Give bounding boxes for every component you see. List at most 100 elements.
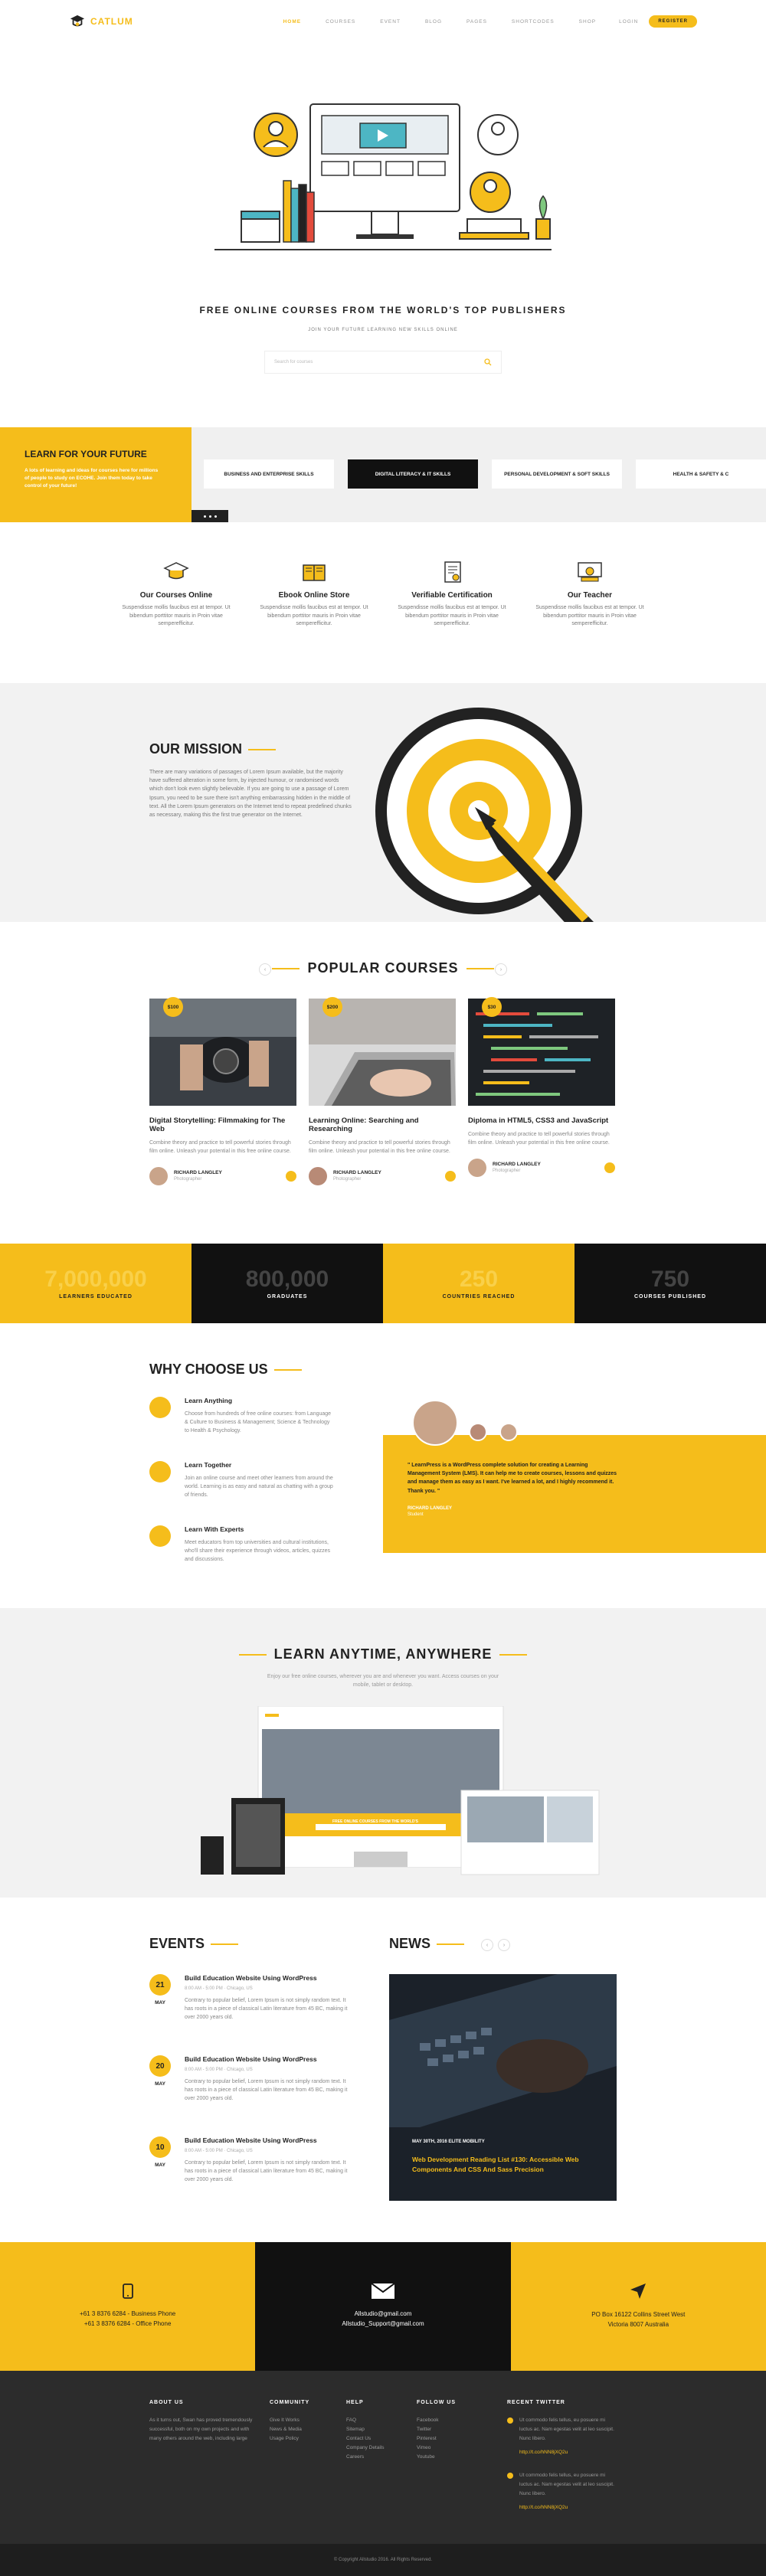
events-news-section: EVENTS 21 MAY Build Education Website Usi…: [0, 1898, 766, 2242]
course-title[interactable]: Digital Storytelling: Filmmaking for The…: [149, 1116, 296, 1133]
graduation-cap-icon: [163, 562, 189, 580]
footer-link[interactable]: FAQ: [346, 2416, 385, 2425]
hero-section: FREE ONLINE COURSES FROM THE WORLD'S TOP…: [0, 43, 766, 380]
nav-courses[interactable]: COURSES: [326, 19, 355, 25]
nav-home[interactable]: HOME: [283, 19, 302, 25]
course-description: Combine theory and practice to tell powe…: [468, 1132, 610, 1146]
testimonial-avatar[interactable]: [469, 1423, 487, 1441]
mission-title: OUR MISSION: [149, 741, 243, 757]
event-item[interactable]: 21 MAY Build Education Website Using Word…: [149, 1974, 349, 2022]
event-month: MAY: [155, 2081, 165, 2087]
carousel-dot[interactable]: [208, 515, 211, 518]
stat-label: LEARNERS EDUCATED: [59, 1293, 133, 1299]
nav-shortcodes[interactable]: SHORTCODES: [512, 19, 555, 25]
course-card[interactable]: $100 Digital Storytelling: Filmmaking fo…: [149, 997, 296, 1185]
carousel-dot[interactable]: [203, 515, 206, 518]
tweet-link[interactable]: http://t.co/hNN8jXQ2u: [519, 2450, 568, 2455]
nav-event[interactable]: EVENT: [380, 19, 401, 25]
hero-title: FREE ONLINE COURSES FROM THE WORLD'S TOP…: [199, 305, 567, 315]
category-tab-personal[interactable]: PERSONAL DEVELOPMENT & SOFT SKILLS: [492, 459, 622, 489]
footer-link[interactable]: Give It Works: [270, 2416, 309, 2425]
course-link-icon[interactable]: [604, 1162, 615, 1173]
course-price: $100: [163, 997, 183, 1017]
heading-underline: [211, 1943, 239, 1945]
stat-value: 750: [650, 1266, 690, 1292]
nav-pages[interactable]: PAGES: [466, 19, 487, 25]
footer-link[interactable]: Facebook: [417, 2416, 456, 2425]
news-card[interactable]: MAY 30TH, 2016 ELITE MOBILITY Web Develo…: [389, 1974, 617, 2201]
footer-help-title: HELP: [346, 2400, 364, 2405]
feature-title: Our Courses Online: [139, 591, 213, 600]
feature-text: Suspendisse mollis faucibus est at tempo…: [122, 605, 231, 626]
anytime-heading: LEARN ANYTIME, ANYWHERE: [0, 1646, 766, 1662]
tweet-link[interactable]: http://t.co/hNN8jXQ2u: [519, 2505, 568, 2510]
envelope-icon: [371, 2283, 394, 2300]
footer-community-title: COMMUNITY: [270, 2400, 310, 2405]
contact-address: PO Box 16122 Collins Street West Victori…: [510, 2242, 766, 2371]
event-item[interactable]: 10 MAY Build Education Website Using Word…: [149, 2136, 349, 2185]
footer-link[interactable]: Pinterest: [417, 2434, 456, 2444]
category-tab-digital[interactable]: DIGITAL LITERACY & IT SKILLS: [348, 459, 478, 489]
course-card[interactable]: $200 Learning Online: Searching and Rese…: [309, 997, 456, 1185]
heading-underline: [273, 1368, 302, 1371]
heading-line: [272, 968, 300, 970]
footer-link[interactable]: Twitter: [417, 2425, 456, 2434]
courses-next-button[interactable]: ›: [495, 963, 507, 976]
footer-link[interactable]: Sitemap: [346, 2425, 385, 2434]
course-card[interactable]: $30 Diploma in HTML5, CSS3 and JavaScrip…: [468, 997, 615, 1177]
category-tab-health[interactable]: HEALTH & SAFETY & C: [636, 459, 766, 489]
contact-line[interactable]: Allstudio_Support@gmail.com: [342, 2319, 424, 2329]
testimonial-avatar[interactable]: [499, 1423, 518, 1441]
feature-text: Suspendisse mollis faucibus est at tempo…: [260, 605, 368, 626]
event-title[interactable]: Build Education Website Using WordPress: [185, 1974, 349, 1982]
testimonial-avatar-active[interactable]: [412, 1400, 458, 1446]
contact-line[interactable]: Allstudio@gmail.com: [355, 2310, 412, 2319]
learn-future-panel: LEARN FOR YOUR FUTURE A lots of learning…: [0, 427, 192, 522]
feature-teacher: Our Teacher Suspendisse mollis faucibus …: [532, 561, 647, 683]
search-icon[interactable]: [484, 358, 492, 366]
devices-mockup: [201, 1706, 600, 1875]
footer-link[interactable]: Youtube: [417, 2453, 456, 2462]
event-item[interactable]: 20 MAY Build Education Website Using Word…: [149, 2055, 349, 2104]
course-link-icon[interactable]: [445, 1170, 456, 1182]
footer-twitter: RECENT TWITTER Ut commodo felis tellus, …: [507, 2400, 614, 2526]
login-link[interactable]: LOGIN: [619, 19, 638, 25]
nav-shop[interactable]: SHOP: [579, 19, 596, 25]
event-day: 10: [149, 2136, 171, 2158]
register-button[interactable]: REGISTER: [649, 15, 697, 28]
courses-prev-button[interactable]: ‹: [259, 963, 271, 976]
event-title[interactable]: Build Education Website Using WordPress: [185, 2136, 349, 2144]
footer-link[interactable]: Company Details: [346, 2444, 385, 2453]
footer-link[interactable]: News & Media: [270, 2425, 309, 2434]
footer-link[interactable]: Contact Us: [346, 2434, 385, 2444]
nav-blog[interactable]: BLOG: [425, 19, 442, 25]
carousel-dot[interactable]: [214, 515, 217, 518]
search-placeholder: Search for courses: [274, 360, 313, 364]
course-title[interactable]: Learning Online: Searching and Researchi…: [309, 1116, 456, 1133]
carousel-pagination[interactable]: [192, 510, 228, 522]
footer-link[interactable]: Careers: [346, 2453, 385, 2462]
mockup-title: FREE ONLINE COURSES FROM THE WORLD'S TOP…: [332, 1819, 419, 1829]
events-heading: EVENTS: [149, 1936, 239, 1952]
course-search-input[interactable]: Search for courses: [264, 351, 502, 374]
course-price: $30: [482, 997, 502, 1017]
contact-email: Allstudio@gmail.com Allstudio_Support@gm…: [255, 2242, 511, 2371]
footer-link[interactable]: Usage Policy: [270, 2434, 309, 2444]
news-headline[interactable]: Web Development Reading List #130: Acces…: [412, 2155, 604, 2175]
why-item-text: Meet educators from top universities and…: [185, 1540, 331, 1562]
footer-link[interactable]: Vimeo: [417, 2444, 456, 2453]
site-logo[interactable]: CATLUM: [69, 14, 133, 29]
course-author: RICHARD LANGLEY Photographer: [468, 1158, 615, 1177]
category-tab-business[interactable]: BUSINESS AND ENTERPRISE SKILLS: [204, 459, 334, 489]
news-next-button[interactable]: ›: [498, 1939, 510, 1951]
course-link-icon[interactable]: [286, 1170, 296, 1182]
event-title[interactable]: Build Education Website Using WordPress: [185, 2055, 349, 2063]
site-footer: ABOUT US As it turns out, Swan has prove…: [0, 2371, 766, 2544]
stat-learners: 7,000,000 LEARNERS EDUCATED: [0, 1244, 192, 1323]
news-prev-button[interactable]: ‹: [481, 1939, 493, 1951]
author-name: RICHARD LANGLEY: [333, 1170, 381, 1176]
course-title[interactable]: Diploma in HTML5, CSS3 and JavaScript: [468, 1116, 615, 1125]
course-author: RICHARD LANGLEY Photographer: [149, 1166, 296, 1185]
why-choose-us-section: WHY CHOOSE US Learn Anything Choose from…: [0, 1323, 766, 1608]
stat-label: COURSES PUBLISHED: [633, 1293, 706, 1299]
